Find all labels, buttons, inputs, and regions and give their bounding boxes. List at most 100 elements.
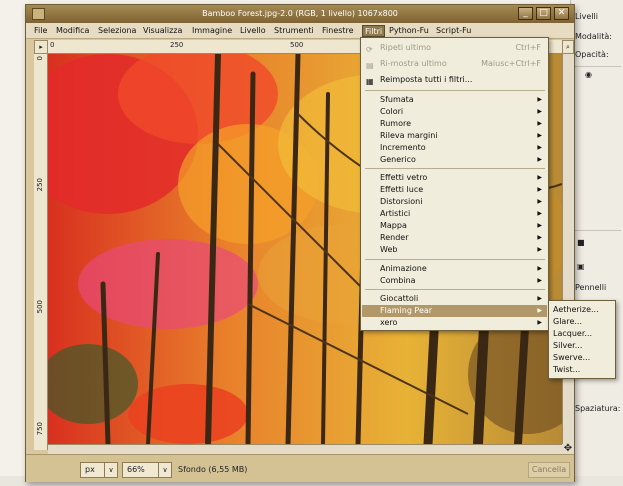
menu-item-label: Incremento [380, 143, 426, 152]
repeat-icon: ⟳ [366, 45, 373, 54]
reshow-icon: ▤ [366, 61, 374, 70]
cancel-button[interactable]: Cancella [528, 462, 570, 478]
vertical-scrollbar[interactable] [562, 54, 574, 444]
submenu-arrow-icon: ▶ [537, 210, 542, 217]
submenu-arrow-icon: ▶ [537, 174, 542, 181]
ruler-label: 500 [290, 41, 304, 49]
filters-menu: ⟳ Ripeti ultimo Ctrl+F ▤ Ri-mostra ultim… [360, 37, 549, 331]
menu-immagine[interactable]: Immagine [190, 25, 234, 37]
window-icon[interactable] [32, 8, 45, 20]
menu-item-incremento[interactable]: Incremento ▶ [362, 142, 547, 154]
menu-item-reshow-last[interactable]: ▤ Ri-mostra ultimo Maiusc+Ctrl+F [362, 58, 547, 70]
menu-file[interactable]: File [32, 25, 49, 37]
menu-item-label: Generico [380, 155, 416, 164]
menu-item-combina[interactable]: Combina ▶ [362, 275, 547, 287]
submenu-arrow-icon: ▶ [537, 108, 542, 115]
brushes-label: Pennelli [575, 283, 607, 292]
submenu-item-aetherize[interactable]: Aetherize... [553, 304, 599, 316]
ruler-label: 500 [36, 300, 44, 314]
mode-label: Modalità: [575, 32, 612, 41]
submenu-item-swerve[interactable]: Swerve... [553, 352, 590, 364]
menu-item-label: Flaming Pear [380, 306, 433, 315]
zoom-icon[interactable]: ⌕ [562, 40, 574, 54]
menu-filtri[interactable]: Filtri [362, 25, 386, 37]
submenu-arrow-icon: ▶ [537, 144, 542, 151]
menu-item-sfumata[interactable]: Sfumata ▶ [362, 94, 547, 106]
menu-visualizza[interactable]: Visualizza [141, 25, 184, 37]
menu-python-fu[interactable]: Python-Fu [387, 25, 431, 37]
menu-item-reset-all[interactable]: ▦ Reimposta tutti i filtri... [362, 74, 547, 86]
menu-item-mappa[interactable]: Mappa ▶ [362, 220, 547, 232]
submenu-arrow-icon: ▶ [537, 198, 542, 205]
ruler-label: 250 [36, 178, 44, 192]
title-bar[interactable]: Bamboo Forest.jpg-2.0 (RGB, 1 livello) 1… [26, 5, 574, 23]
menu-item-render[interactable]: Render ▶ [362, 232, 547, 244]
menu-item-colori[interactable]: Colori ▶ [362, 106, 547, 118]
menu-item-label: Render [380, 233, 409, 242]
ruler-label: 750 [36, 422, 44, 436]
unit-value: px [85, 465, 95, 474]
submenu-item-glare[interactable]: Glare... [553, 316, 582, 328]
spacing-label: Spaziatura: [575, 404, 621, 413]
menu-item-label: Ripeti ultimo [380, 43, 432, 52]
menu-item-xero[interactable]: xero ▶ [362, 317, 547, 329]
navigate-icon[interactable]: ✥ [562, 444, 574, 454]
menu-item-generico[interactable]: Generico ▶ [362, 154, 547, 166]
submenu-arrow-icon: ▶ [537, 234, 542, 241]
menu-livello[interactable]: Livello [238, 25, 268, 37]
menu-item-repeat-last[interactable]: ⟳ Ripeti ultimo Ctrl+F [362, 42, 547, 54]
menu-item-flaming-pear[interactable]: Flaming Pear ▶ [362, 305, 547, 317]
menu-item-giocattoli[interactable]: Giocattoli ▶ [362, 293, 547, 305]
submenu-item-lacquer[interactable]: Lacquer... [553, 328, 592, 340]
menu-item-label: Artistici [380, 209, 411, 218]
horizontal-scrollbar[interactable] [48, 444, 562, 454]
menu-modifica[interactable]: Modifica [54, 25, 91, 37]
zoom-value: 66% [127, 465, 145, 474]
unit-select[interactable]: px ∨ [80, 462, 118, 478]
close-icon[interactable]: ✕ [554, 7, 569, 20]
menu-item-rileva-margini[interactable]: Rileva margini ▶ [362, 130, 547, 142]
menu-seleziona[interactable]: Seleziona [96, 25, 138, 37]
menu-item-effetti-vetro[interactable]: Effetti vetro ▶ [362, 172, 547, 184]
menu-item-label: Effetti vetro [380, 173, 428, 182]
submenu-arrow-icon: ▶ [537, 156, 542, 163]
menu-finestre[interactable]: Finestre [320, 25, 356, 37]
menu-item-effetti-luce[interactable]: Effetti luce ▶ [362, 184, 547, 196]
submenu-arrow-icon: ▶ [537, 120, 542, 127]
quick-mask-corner[interactable]: ▸ [34, 40, 48, 54]
menu-item-label: Rileva margini [380, 131, 438, 140]
chevron-down-icon[interactable]: ∨ [158, 463, 171, 477]
chevron-down-icon[interactable]: ∨ [104, 463, 117, 477]
shortcut-label: Ctrl+F [515, 43, 541, 52]
submenu-arrow-icon: ▶ [537, 222, 542, 229]
menu-item-label: Ri-mostra ultimo [380, 59, 447, 68]
menu-item-label: Rumore [380, 119, 411, 128]
menu-item-rumore[interactable]: Rumore ▶ [362, 118, 547, 130]
layers-label: Livelli [575, 12, 599, 21]
menu-strumenti[interactable]: Strumenti [272, 25, 316, 37]
reset-icon: ▦ [366, 77, 374, 86]
menu-item-label: Web [380, 245, 398, 254]
menu-item-web[interactable]: Web ▶ [362, 244, 547, 256]
menu-item-distorsioni[interactable]: Distorsioni ▶ [362, 196, 547, 208]
menu-script-fu[interactable]: Script-Fu [434, 25, 473, 37]
menu-item-label: Reimposta tutti i filtri... [380, 75, 473, 84]
submenu-arrow-icon: ▶ [537, 277, 542, 284]
minimize-icon[interactable]: _ [518, 7, 533, 20]
vertical-ruler[interactable]: 0 250 500 750 [34, 54, 48, 450]
submenu-arrow-icon: ▶ [537, 265, 542, 272]
maximize-icon[interactable]: □ [536, 7, 551, 20]
status-bar: px ∨ 66% ∨ Sfondo (6,55 MB) Cancella [26, 454, 574, 482]
color-swatch-icon[interactable]: ▣ [577, 262, 585, 271]
eye-icon[interactable]: ◉ [585, 70, 592, 79]
menu-item-label: Mappa [380, 221, 407, 230]
menu-item-animazione[interactable]: Animazione ▶ [362, 263, 547, 275]
menu-item-label: xero [380, 318, 398, 327]
menu-item-artistici[interactable]: Artistici ▶ [362, 208, 547, 220]
submenu-item-silver[interactable]: Silver... [553, 340, 582, 352]
submenu-item-twist[interactable]: Twist... [553, 364, 580, 376]
menu-item-label: Sfumata [380, 95, 414, 104]
opacity-label: Opacità: [575, 50, 609, 59]
palette-icon[interactable]: ■ [577, 238, 585, 247]
zoom-select[interactable]: 66% ∨ [122, 462, 172, 478]
